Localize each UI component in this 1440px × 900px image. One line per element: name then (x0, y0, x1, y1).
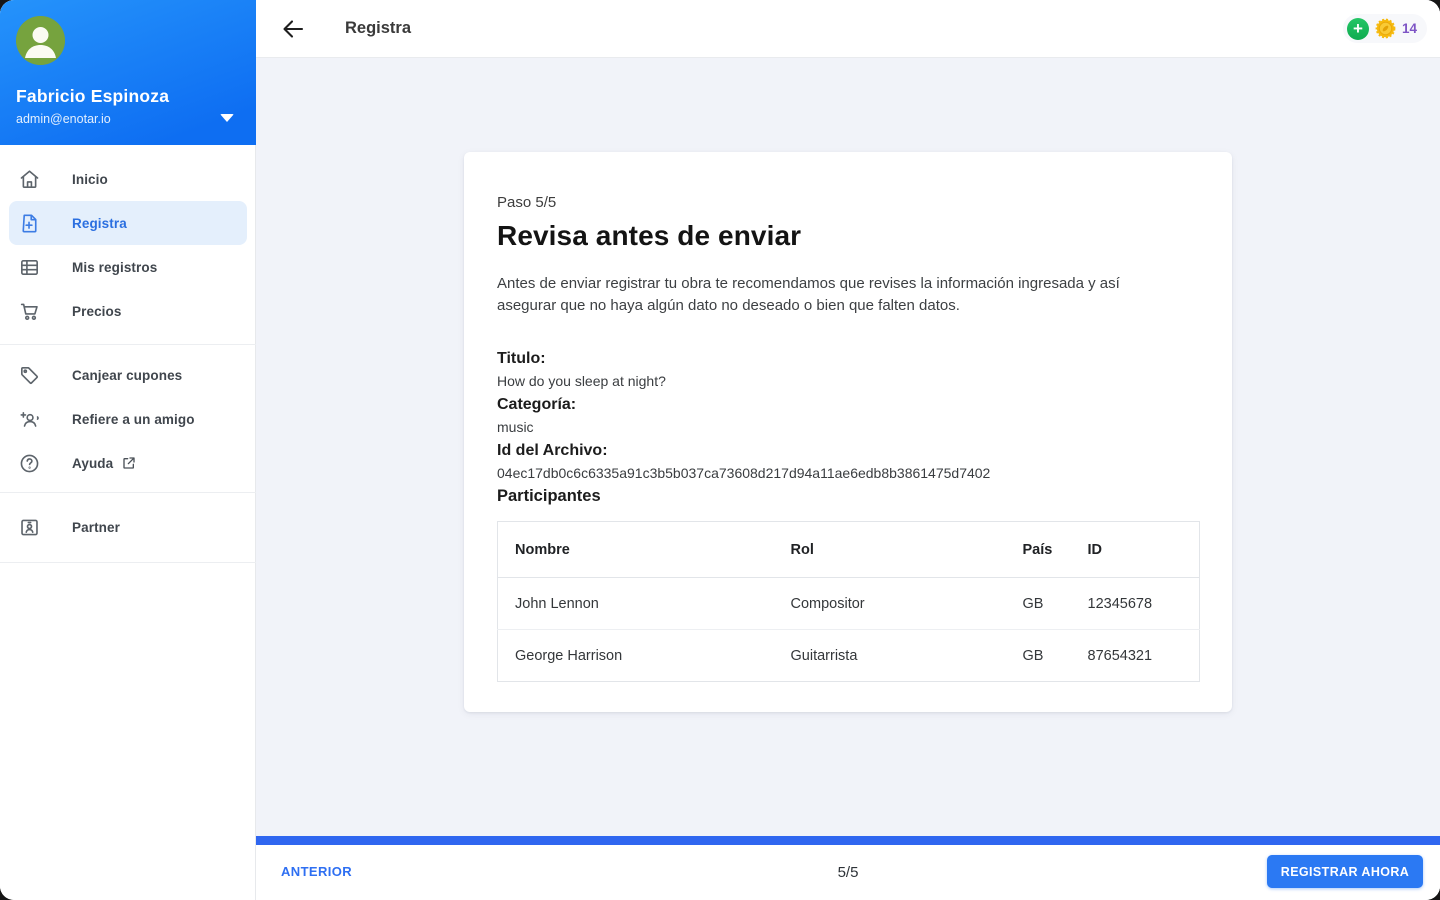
cell-pais: GB (1006, 578, 1071, 630)
field-label-categoria: Categoría: (497, 393, 1199, 416)
back-button[interactable] (280, 17, 306, 41)
sidebar-item-canjear-cupones[interactable]: Canjear cupones (0, 353, 256, 397)
field-label-titulo: Titulo: (497, 347, 1199, 370)
sidebar-item-label: Inicio (72, 172, 108, 187)
credits-count: 14 (1402, 21, 1417, 36)
help-circle-icon (18, 452, 41, 475)
step-label: Paso 5/5 (497, 194, 1199, 211)
user-account-header[interactable]: Fabricio Espinoza admin@enotar.io (0, 0, 256, 145)
field-label-id-archivo: Id del Archivo: (497, 439, 1199, 462)
page-title: Registra (345, 19, 411, 38)
file-plus-icon (18, 212, 41, 235)
sidebar-group-main: Inicio Registra Mis registros (0, 157, 256, 333)
add-credits-button[interactable]: + (1347, 18, 1369, 40)
table-row: George Harrison Guitarrista GB 87654321 (498, 630, 1200, 682)
cell-pais: GB (1006, 630, 1071, 682)
sidebar-divider (0, 492, 256, 493)
main-column: Registra + 14 Paso 5/5 Revisa antes de e… (256, 0, 1440, 900)
coin-icon (1374, 17, 1397, 40)
field-value-categoria: music (497, 416, 1199, 439)
sidebar-item-label: Refiere a un amigo (72, 412, 195, 427)
sidebar-group-partner: Partner (0, 505, 256, 549)
column-header-nombre: Nombre (498, 522, 774, 578)
sidebar-item-registra[interactable]: Registra (9, 201, 247, 245)
sidebar-item-label: Precios (72, 304, 121, 319)
cell-nombre: John Lennon (498, 578, 774, 630)
card-description: Antes de enviar registrar tu obra te rec… (497, 273, 1165, 316)
participants-title: Participantes (497, 485, 1199, 508)
sidebar-item-mis-registros[interactable]: Mis registros (0, 245, 256, 289)
field-value-titulo: How do you sleep at night? (497, 370, 1199, 393)
register-now-button[interactable]: REGISTRAR AHORA (1267, 855, 1423, 888)
cell-id: 87654321 (1071, 630, 1200, 682)
sidebar-item-refiere-amigo[interactable]: Refiere a un amigo (0, 397, 256, 441)
user-name: Fabricio Espinoza (16, 86, 169, 107)
home-icon (18, 168, 41, 191)
credits-badge[interactable]: + 14 (1343, 14, 1427, 43)
participants-table: Nombre Rol País ID John Lennon Composito… (497, 521, 1200, 682)
sidebar-item-partner[interactable]: Partner (0, 505, 256, 549)
cell-rol: Guitarrista (774, 630, 1006, 682)
app-window: Fabricio Espinoza admin@enotar.io Inicio (0, 0, 1440, 900)
content-area: Paso 5/5 Revisa antes de enviar Antes de… (256, 58, 1440, 836)
cell-id: 12345678 (1071, 578, 1200, 630)
sidebar-item-label: Ayuda (72, 456, 113, 471)
sidebar-item-label: Canjear cupones (72, 368, 182, 383)
review-fields: Titulo: How do you sleep at night? Categ… (497, 347, 1199, 508)
sidebar-item-inicio[interactable]: Inicio (0, 157, 256, 201)
wizard-progress-bar (256, 836, 1440, 845)
user-email: admin@enotar.io (16, 112, 111, 126)
field-value-id-archivo: 04ec17db0c6c6335a91c3b5b037ca73608d217d9… (497, 462, 1199, 485)
badge-icon (18, 516, 41, 539)
sidebar-item-ayuda[interactable]: Ayuda (0, 441, 256, 485)
tag-icon (18, 364, 41, 387)
sidebar-item-label: Registra (72, 216, 127, 231)
card-heading: Revisa antes de enviar (497, 220, 1199, 252)
cell-rol: Compositor (774, 578, 1006, 630)
topbar: Registra + 14 (256, 0, 1440, 58)
table-header-row: Nombre Rol País ID (498, 522, 1200, 578)
review-card: Paso 5/5 Revisa antes de enviar Antes de… (464, 152, 1232, 712)
sidebar-divider (0, 562, 256, 563)
sidebar-item-label: Partner (72, 520, 120, 535)
sidebar-group-extras: Canjear cupones Refiere a un amigo Ayuda (0, 353, 256, 485)
external-link-icon (121, 455, 137, 471)
wizard-footer: ANTERIOR 5/5 REGISTRAR AHORA (256, 845, 1440, 900)
table-row: John Lennon Compositor GB 12345678 (498, 578, 1200, 630)
avatar (16, 16, 65, 65)
sidebar-item-label: Mis registros (72, 260, 157, 275)
cart-icon (18, 300, 41, 323)
sidebar: Fabricio Espinoza admin@enotar.io Inicio (0, 0, 256, 900)
person-add-icon (18, 408, 41, 431)
column-header-id: ID (1071, 522, 1200, 578)
column-header-pais: País (1006, 522, 1071, 578)
sidebar-item-precios[interactable]: Precios (0, 289, 256, 333)
table-icon (18, 256, 41, 279)
cell-nombre: George Harrison (498, 630, 774, 682)
chevron-down-icon[interactable] (220, 114, 234, 122)
step-progress-label: 5/5 (256, 864, 1440, 881)
column-header-rol: Rol (774, 522, 1006, 578)
sidebar-divider (0, 344, 256, 345)
